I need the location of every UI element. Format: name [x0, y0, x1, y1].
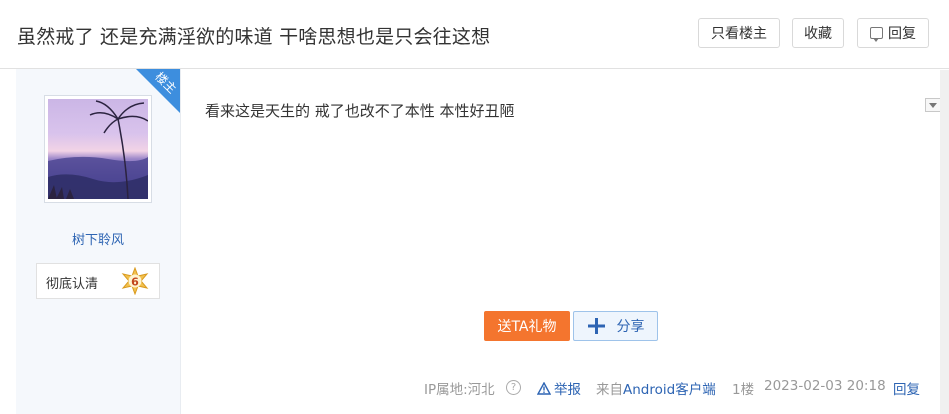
level-star-icon: 6: [121, 267, 149, 295]
floor-number: 1楼: [732, 382, 755, 398]
report-label: 举报: [554, 382, 581, 398]
report-link[interactable]: 举报: [537, 378, 581, 398]
level-title: 彻底认清: [46, 277, 99, 292]
thread-header: 虽然戒了 还是充满淫欲的味道 干啥思想也是只会往这想 只看楼主 收藏 回复: [0, 0, 949, 69]
thread-title: 虽然戒了 还是充满淫欲的味道 干啥思想也是只会往这想: [17, 26, 491, 48]
share-plus-icon: [587, 318, 605, 334]
post-content: 看来这是天生的 戒了也改不了本性 本性好丑陋: [205, 102, 515, 120]
client-link[interactable]: Android客户端: [623, 382, 716, 398]
username-link[interactable]: 树下聆风: [16, 229, 180, 248]
favorite-button[interactable]: 收藏: [792, 18, 844, 48]
share-button[interactable]: 分享: [573, 311, 658, 341]
avatar-image: [48, 99, 148, 199]
reply-button-label: 回复: [888, 26, 916, 42]
level-badge[interactable]: 彻底认清 6: [36, 263, 160, 299]
help-icon[interactable]: ?: [506, 380, 521, 395]
source-prefix: 来自: [596, 382, 623, 398]
menu-toggle-icon[interactable]: [925, 98, 941, 112]
warning-icon: [537, 381, 551, 395]
share-label: 分享: [616, 319, 645, 335]
reply-icon: [870, 27, 883, 42]
post-source: 来自Android客户端: [596, 378, 716, 398]
send-gift-button[interactable]: 送TA礼物: [484, 311, 570, 341]
only-op-button[interactable]: 只看楼主: [698, 18, 780, 48]
author-sidebar: 楼主 树下聆风 彻底认清 6: [16, 69, 181, 414]
reply-button[interactable]: 回复: [857, 18, 929, 48]
reply-link[interactable]: 回复: [893, 378, 920, 398]
avatar[interactable]: [44, 95, 152, 203]
scrollbar-track[interactable]: [940, 70, 949, 414]
post-datetime: 2023-02-03 20:18: [764, 378, 886, 394]
level-number: 6: [131, 276, 139, 289]
ip-location: IP属地:河北: [424, 382, 495, 398]
